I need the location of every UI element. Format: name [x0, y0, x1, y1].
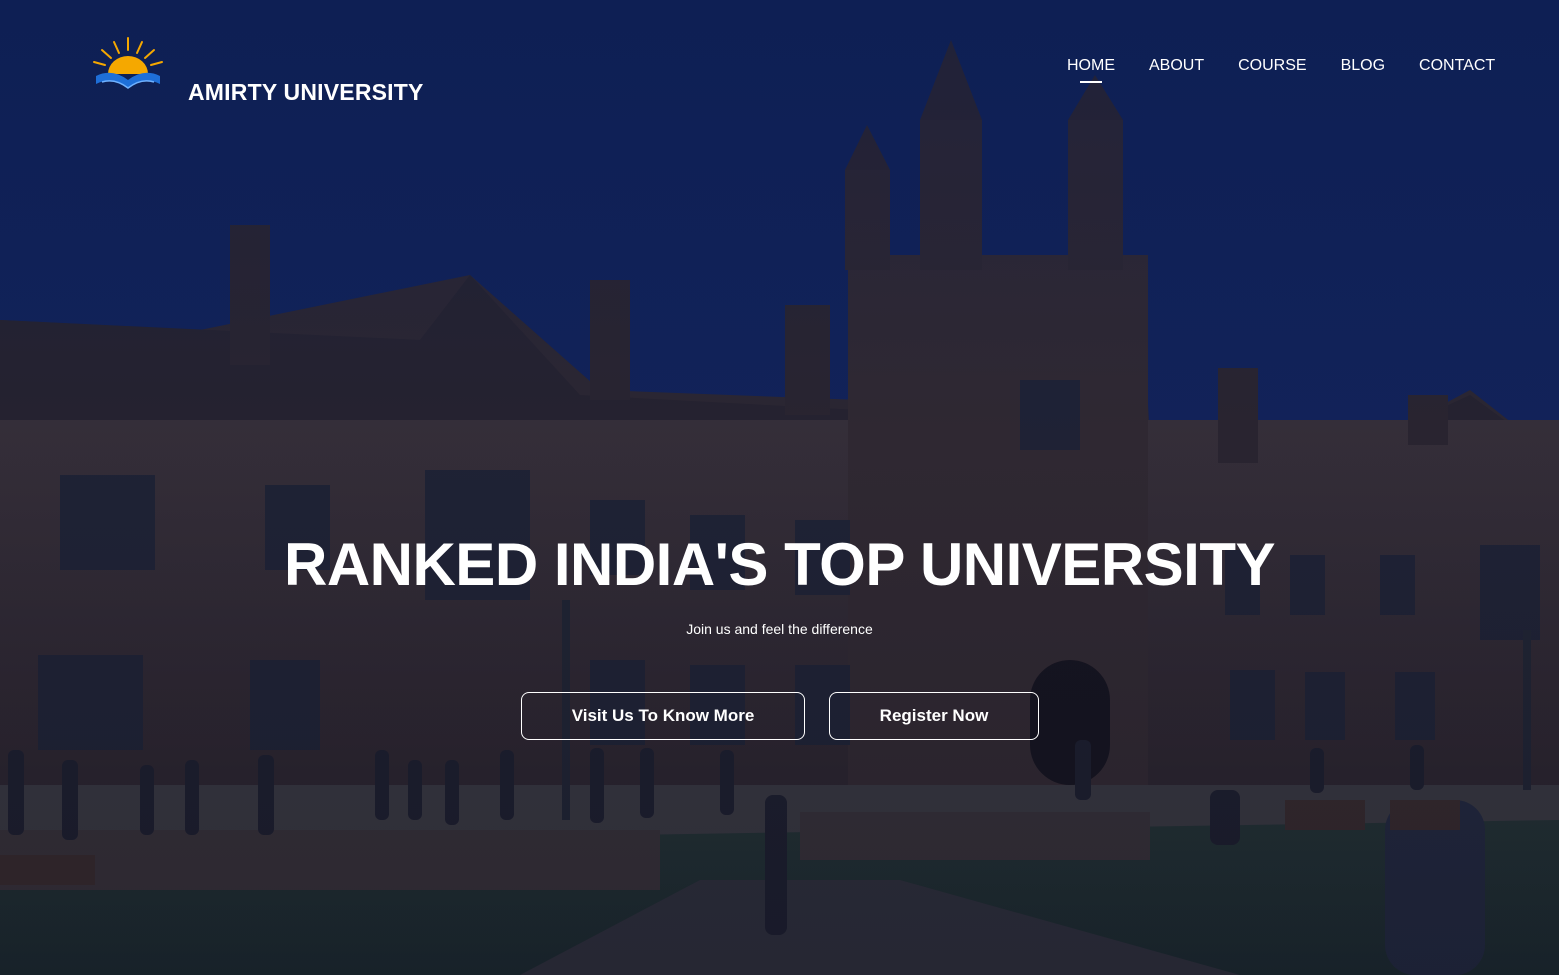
brand-name: AMIRTY UNIVERSITY [188, 79, 424, 105]
nav-item-home[interactable]: HOME [1050, 56, 1132, 83]
nav-item-contact[interactable]: CONTACT [1402, 56, 1512, 76]
hero-headline: RANKED INDIA'S TOP UNIVERSITY [283, 531, 1276, 598]
brand-logo[interactable]: AMIRTY UNIVERSITY [88, 34, 428, 114]
hero-overlay [0, 0, 1559, 975]
nav-item-about[interactable]: ABOUT [1132, 56, 1221, 76]
nav-item-course[interactable]: COURSE [1221, 56, 1323, 76]
hero-subheadline: Join us and feel the difference [686, 621, 873, 637]
hero-section [0, 0, 1559, 975]
main-nav: HOME ABOUT COURSE BLOG CONTACT [1050, 56, 1512, 83]
register-now-button[interactable]: Register Now [829, 692, 1039, 740]
sunrise-book-icon [93, 37, 163, 89]
visit-us-button[interactable]: Visit Us To Know More [521, 692, 805, 740]
nav-item-blog[interactable]: BLOG [1324, 56, 1402, 76]
